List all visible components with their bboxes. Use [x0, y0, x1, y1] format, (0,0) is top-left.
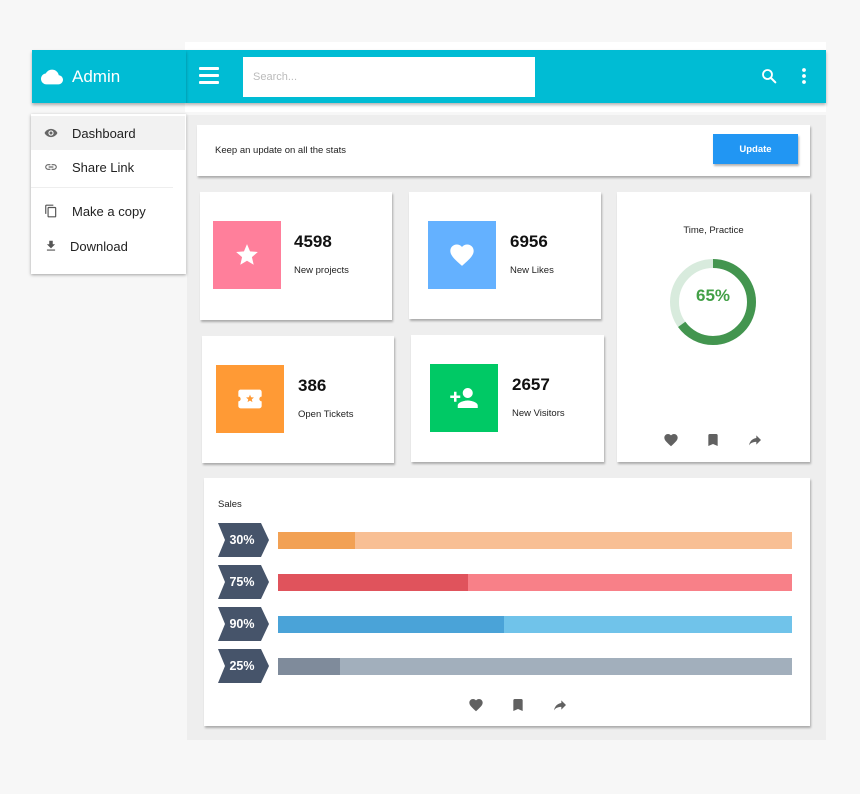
sales-title: Sales [218, 499, 242, 510]
sales-bar-row: 25% [218, 649, 798, 683]
brand-header: Admin [32, 50, 186, 103]
stat-value: 2657 [512, 375, 550, 394]
link-icon [45, 164, 57, 170]
sidebar-item-label: Share Link [72, 159, 135, 175]
share-icon[interactable] [747, 432, 763, 448]
search-input[interactable] [243, 57, 535, 97]
progress-percent: 65% [695, 286, 731, 305]
sidebar-item-label: Dashboard [72, 125, 136, 141]
time-practice-card: Time, Practice 65% [617, 192, 810, 462]
more-vert-icon[interactable] [801, 67, 807, 85]
copy-icon [45, 204, 57, 218]
cloud-icon [41, 69, 63, 84]
bookmark-icon[interactable] [705, 432, 721, 448]
stat-label: New projects [294, 265, 349, 276]
sales-bar-row: 75% [218, 565, 798, 599]
stat-value: 4598 [294, 232, 332, 251]
sales-bar-track [278, 616, 792, 633]
stat-card-new-likes: 6956 New Likes [409, 192, 601, 319]
stat-value: 6956 [510, 232, 548, 251]
update-message: Keep an update on all the stats [215, 145, 346, 156]
hamburger-menu-icon[interactable] [199, 67, 219, 85]
sidebar-item-label: Download [70, 238, 128, 254]
heart-icon[interactable] [468, 697, 484, 713]
top-app-bar [186, 50, 826, 103]
person-add-icon [450, 388, 478, 408]
sales-card-actions [468, 697, 594, 713]
sales-bar-row: 90% [218, 607, 798, 641]
sales-bar-label: 90% [229, 617, 255, 631]
sales-bar-fill [278, 616, 505, 633]
stat-label: Open Tickets [298, 409, 354, 420]
time-card-title: Time, Practice [683, 225, 744, 236]
sales-bar-track [278, 658, 792, 675]
stat-card-new-projects: 4598 New projects [200, 192, 392, 320]
star-icon [236, 244, 258, 265]
stat-value: 386 [298, 376, 327, 395]
stat-card-open-tickets: 386 Open Tickets [202, 336, 394, 463]
stat-icon-box [430, 364, 498, 432]
sales-card: Sales 30% 75% 90% 25% [204, 478, 810, 726]
sales-bar-label: 25% [229, 659, 255, 673]
menu-divider [31, 187, 173, 188]
heart-icon[interactable] [663, 432, 679, 448]
sales-bar-fill [278, 532, 356, 549]
stat-card-new-visitors: 2657 New Visitors [411, 335, 604, 462]
sales-bar-track [278, 574, 792, 591]
heart-icon [450, 244, 474, 266]
stat-label: New Visitors [512, 408, 565, 419]
sales-bar-label: 75% [229, 575, 255, 589]
brand-title: Admin [72, 66, 121, 86]
eye-icon [44, 128, 58, 138]
update-button[interactable]: Update [713, 134, 798, 164]
sales-bar-fill [278, 658, 340, 675]
stat-icon-box [428, 221, 496, 289]
sales-bar-track [278, 532, 792, 549]
search-icon[interactable] [760, 67, 778, 85]
sidebar-item-dashboard[interactable]: Dashboard [31, 116, 185, 150]
sales-bar-label: 30% [229, 533, 255, 547]
sidebar-item-download[interactable]: Download [31, 229, 185, 263]
update-card: Keep an update on all the stats Update [197, 125, 810, 176]
download-icon [46, 240, 56, 251]
sidebar-item-make-a-copy[interactable]: Make a copy [31, 194, 185, 228]
sales-bar-row: 30% [218, 523, 798, 557]
sidebar-item-share-link[interactable]: Share Link [31, 150, 185, 184]
share-icon[interactable] [552, 697, 568, 713]
stat-label: New Likes [510, 265, 554, 276]
sidebar-menu: Dashboard Share Link Make a copy Downloa… [31, 114, 186, 274]
bookmark-icon[interactable] [510, 697, 526, 713]
sales-bar-fill [278, 574, 469, 591]
ticket-icon [238, 389, 262, 409]
time-card-actions [663, 432, 789, 448]
stat-icon-box [213, 221, 281, 289]
stat-icon-box [216, 365, 284, 433]
sidebar-item-label: Make a copy [72, 203, 146, 219]
